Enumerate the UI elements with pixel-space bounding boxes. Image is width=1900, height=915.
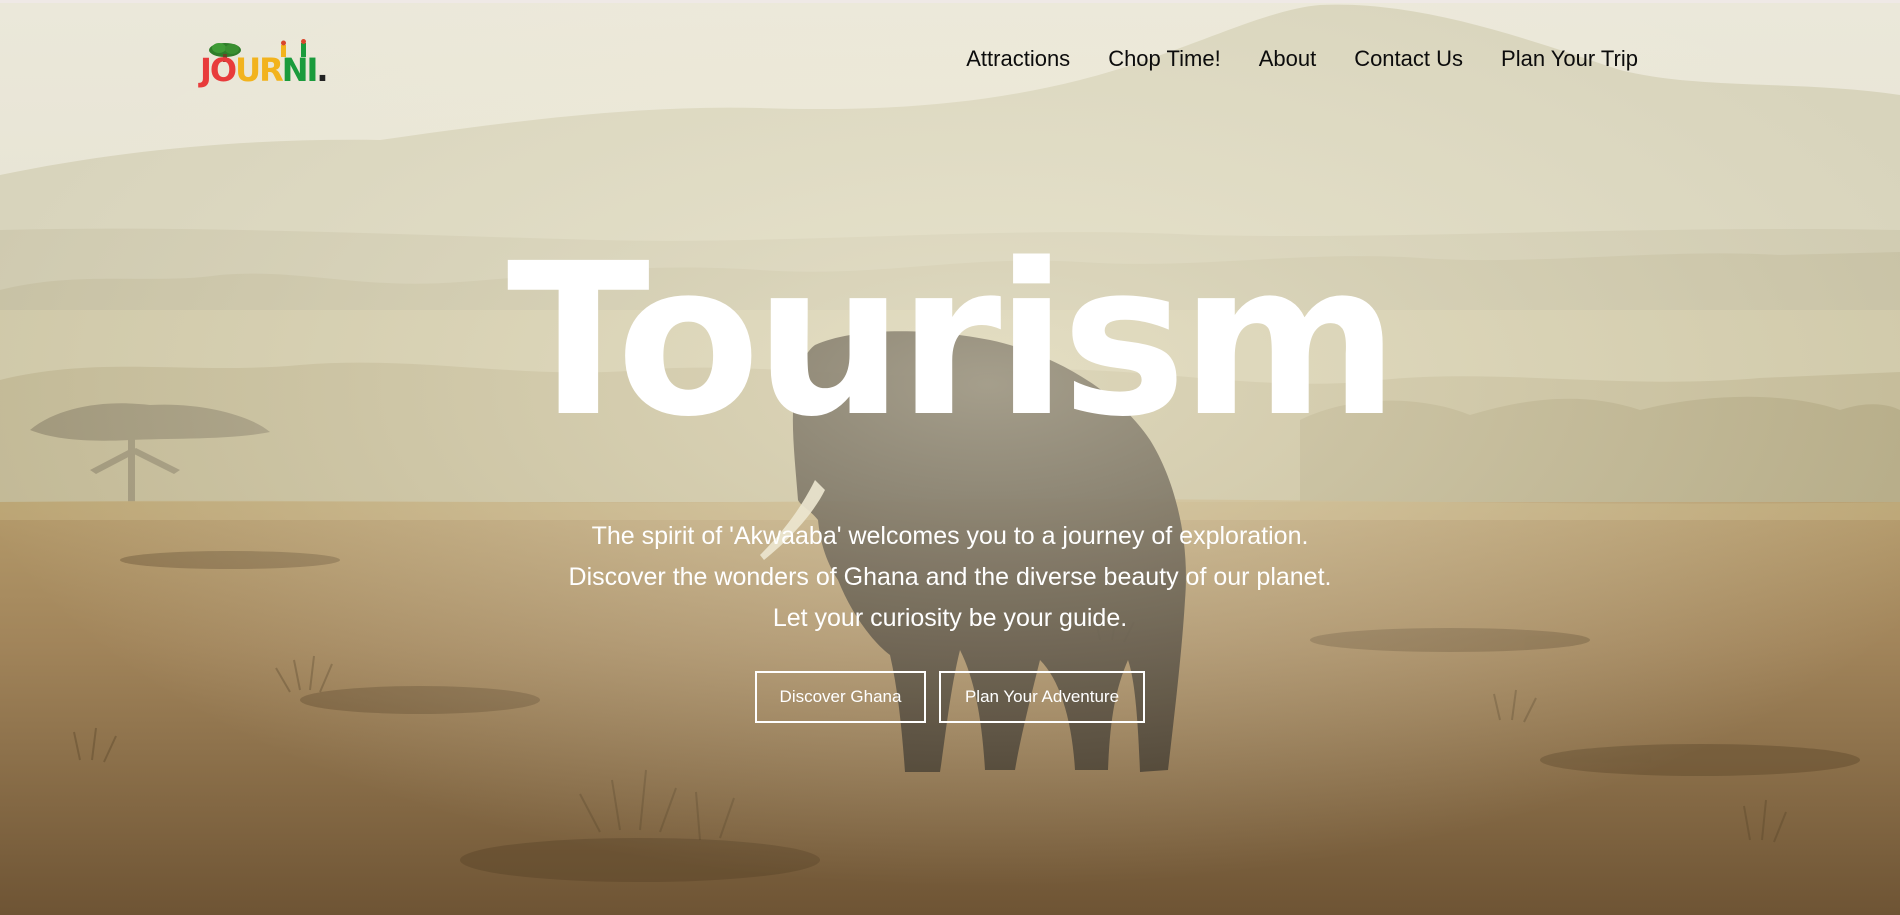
hero-cta-group: Discover Ghana Plan Your Adventure [0,671,1900,723]
tagline-line-3: Let your curiosity be your guide. [772,604,1128,632]
nav-link-plan-your-trip[interactable]: Plan Your Trip [1501,46,1638,72]
top-border [0,0,1900,3]
main-nav: Attractions Chop Time! About Contact Us … [966,46,1638,72]
discover-ghana-button[interactable]: Discover Ghana [755,671,926,723]
nav-link-contact-us[interactable]: Contact Us [1354,46,1463,72]
journi-logo[interactable]: JOURNI. [200,36,340,96]
hero-section: JOURNI. Attractions Chop Time! About Con… [0,0,1900,915]
tagline-line-2: Discover the wonders of Ghana and the di… [568,563,1332,591]
nav-link-chop-time[interactable]: Chop Time! [1108,46,1221,72]
plan-your-adventure-button[interactable]: Plan Your Adventure [939,671,1145,723]
hero-title: Tourism [506,218,1400,463]
logo-wordmark: JOURNI. [200,51,329,89]
hero-tagline: The spirit of 'Akwaaba' welcomes you to … [0,516,1900,639]
tagline-line-1: The spirit of 'Akwaaba' welcomes you to … [591,522,1309,550]
nav-link-about[interactable]: About [1259,46,1317,72]
nav-link-attractions[interactable]: Attractions [966,46,1070,72]
